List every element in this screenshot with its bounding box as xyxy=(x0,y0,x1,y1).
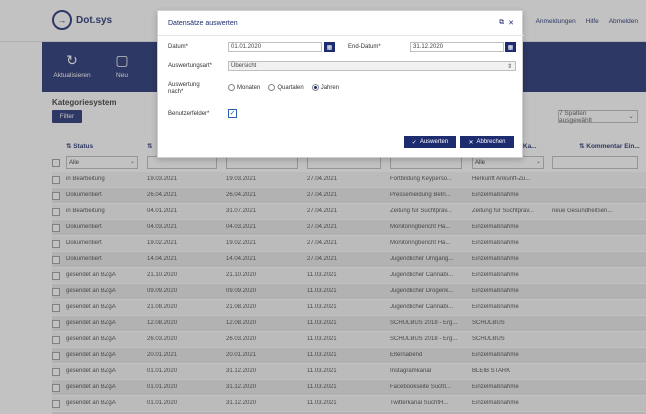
auswertungsart-label: Auswertungsart* xyxy=(168,63,213,69)
auswertung-nach-label: Auswertung nach* xyxy=(168,82,200,95)
datum-field[interactable]: 01.01.2020 xyxy=(228,42,322,52)
abbrechen-button[interactable]: ✕ Abbrechen xyxy=(460,136,514,148)
end-datum-label: End-Datum* xyxy=(348,44,381,50)
maximize-icon[interactable]: ⧉ xyxy=(499,19,504,27)
dialog-controls: ⧉ ✕ xyxy=(499,19,514,27)
close-icon: ✕ xyxy=(468,139,474,146)
chevron-updown-icon: ⇕ xyxy=(506,64,512,70)
auswertung-nach-radio-group: Monaten Quartalen Jahren xyxy=(228,84,339,91)
check-icon: ✓ xyxy=(411,139,417,146)
calendar-icon[interactable]: ▦ xyxy=(324,42,335,52)
calendar-icon[interactable]: ▦ xyxy=(505,42,516,52)
benutzerfelder-checkbox[interactable]: ✓ xyxy=(228,109,237,118)
radio-jahren[interactable]: Jahren xyxy=(311,84,339,91)
end-datum-field[interactable]: 31.12.2020 xyxy=(410,42,504,52)
benutzerfelder-label: Benutzerfelder* xyxy=(168,111,210,117)
dialog-title: Datensätze auswerten xyxy=(168,20,238,27)
auswertungsart-select[interactable]: Übersicht ⇕ xyxy=(228,61,516,71)
evaluate-records-dialog: Datensätze auswerten ⧉ ✕ Datum* 01.01.20… xyxy=(157,10,524,158)
app-window: → Dot.sys Anmeldungen Hilfe Abmelden ↻ A… xyxy=(0,0,646,414)
datum-label: Datum* xyxy=(168,44,189,50)
divider xyxy=(158,35,524,36)
auswerten-button[interactable]: ✓ Auswerten xyxy=(404,136,456,148)
radio-quartalen[interactable]: Quartalen xyxy=(268,84,304,91)
close-icon[interactable]: ✕ xyxy=(508,19,514,27)
radio-monaten[interactable]: Monaten xyxy=(228,84,260,91)
